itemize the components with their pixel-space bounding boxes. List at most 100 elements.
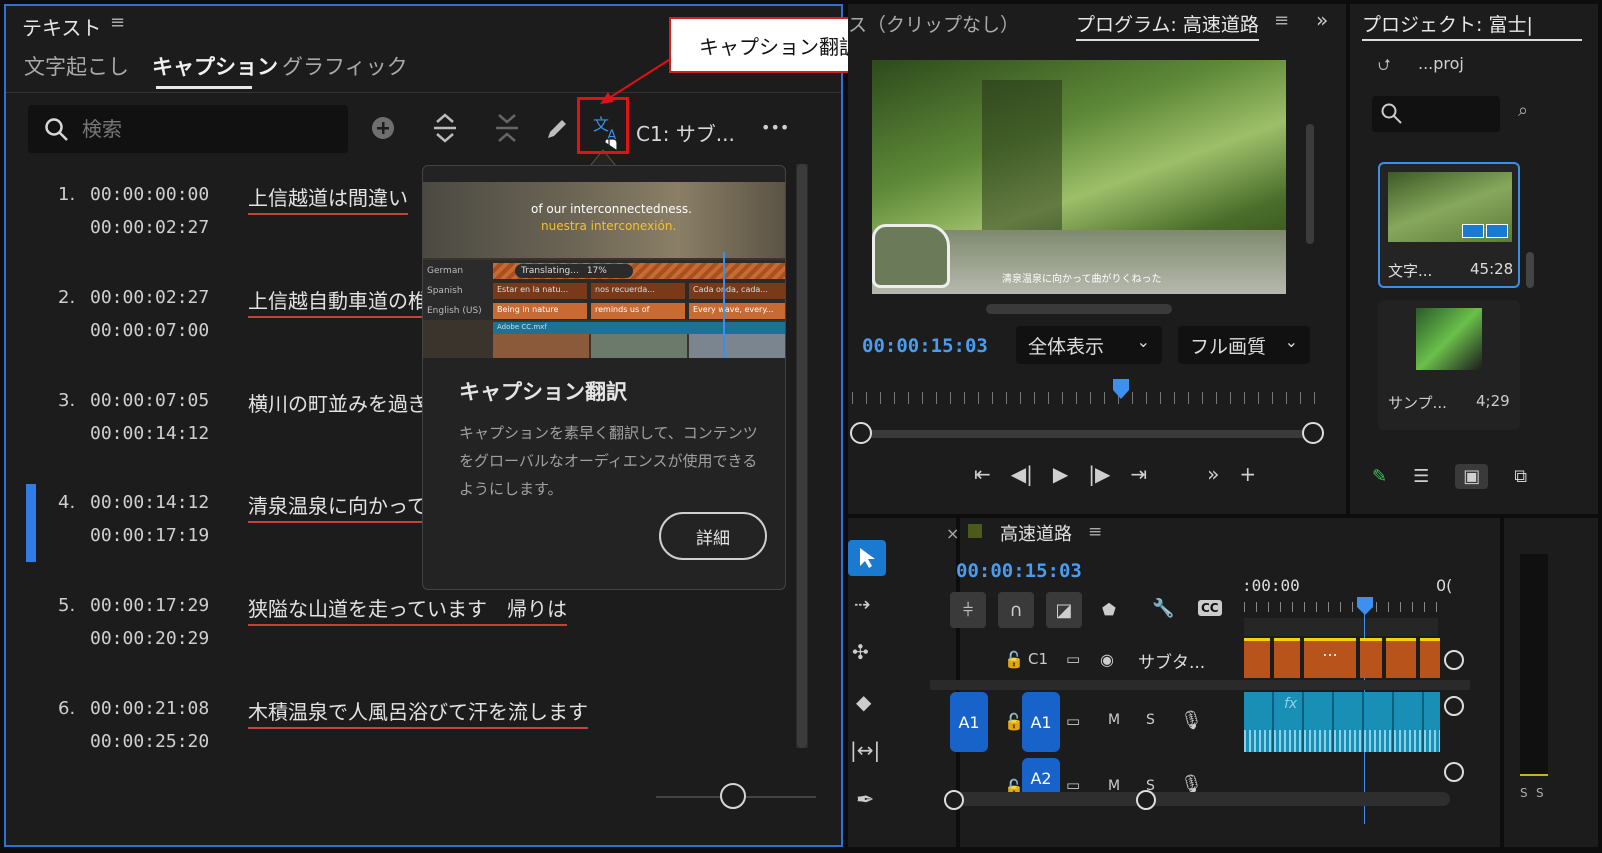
- caption-clip[interactable]: [1360, 638, 1382, 678]
- caption-in-time[interactable]: 00:00:21:08: [90, 698, 209, 719]
- step-back-icon[interactable]: ◀|: [1011, 462, 1033, 486]
- horizontal-scrollbar[interactable]: [986, 304, 1172, 314]
- project-item-selected[interactable]: 文字... 45:28: [1378, 162, 1520, 288]
- playhead-marker[interactable]: [1356, 596, 1374, 616]
- caption-clip[interactable]: ...: [1304, 638, 1356, 678]
- zoom-handle-right[interactable]: [1136, 790, 1156, 810]
- step-forward-icon[interactable]: |▶: [1088, 462, 1110, 486]
- solo-label[interactable]: S: [1520, 786, 1528, 800]
- icon-view-icon[interactable]: ▣: [1455, 463, 1489, 489]
- lock-icon[interactable]: 🔓: [1004, 650, 1024, 669]
- track-scroll-handle[interactable]: [1444, 696, 1464, 716]
- track-select-tool-icon[interactable]: ⇢: [854, 592, 871, 616]
- merge-button[interactable]: [490, 110, 524, 146]
- razor-tool-icon[interactable]: ◆: [856, 690, 871, 714]
- tab-transcript[interactable]: 文字起こし: [24, 51, 129, 81]
- expand-button[interactable]: [428, 110, 462, 146]
- caption-text[interactable]: 横川の町並みを過ぎ: [248, 388, 428, 419]
- go-to-in-icon[interactable]: ⇤: [974, 462, 991, 486]
- solo-button[interactable]: S: [1146, 712, 1155, 728]
- timeline-zoom-scrollbar[interactable]: [950, 792, 1450, 806]
- timeline-ruler[interactable]: [1244, 602, 1440, 612]
- zoom-handle-left[interactable]: [944, 790, 964, 810]
- tab-graphics[interactable]: グラフィック: [282, 51, 408, 81]
- caption-clip[interactable]: [1386, 638, 1416, 678]
- playback-quality-select[interactable]: フル画質 ⌄: [1178, 326, 1310, 364]
- track-scroll-handle[interactable]: [1444, 650, 1464, 670]
- caption-out-time[interactable]: 00:00:02:27: [90, 217, 209, 238]
- nest-toggle-button[interactable]: ⫩: [950, 592, 986, 628]
- project-tab[interactable]: プロジェクト: 富士|: [1362, 10, 1582, 41]
- caption-in-time[interactable]: 00:00:14:12: [90, 492, 209, 513]
- caption-text[interactable]: 清泉温泉に向かって: [248, 490, 427, 523]
- work-area-bar[interactable]: [1244, 618, 1438, 636]
- add-caption-button[interactable]: [367, 112, 399, 144]
- play-icon[interactable]: ▶: [1053, 462, 1068, 486]
- ripple-edit-tool-icon[interactable]: ✣: [852, 640, 869, 664]
- caption-in-time[interactable]: 00:00:02:27: [90, 287, 209, 308]
- selection-tool[interactable]: [848, 540, 886, 576]
- captions-button[interactable]: CC: [1198, 600, 1222, 616]
- audio-clip[interactable]: fx: [1244, 692, 1440, 752]
- eye-icon[interactable]: ◉: [1100, 650, 1114, 669]
- microphone-icon[interactable]: 🎙: [1180, 710, 1203, 731]
- panel-menu-icon[interactable]: ≡: [1088, 522, 1102, 542]
- lock-icon[interactable]: 🔓: [1004, 712, 1024, 731]
- caption-row[interactable]: 5. 00:00:17:29 00:00:20:29 狭隘な山道を走っています …: [26, 577, 816, 677]
- caption-row[interactable]: 6. 00:00:21:08 00:00:25:20 木積温泉で人風呂浴びて汗を…: [26, 680, 816, 780]
- caption-text[interactable]: 上信越道は間違い: [248, 182, 408, 215]
- more-options-button[interactable]: •••: [761, 118, 789, 137]
- caption-out-time[interactable]: 00:00:20:29: [90, 628, 209, 649]
- overflow-chevron-icon[interactable]: »: [1316, 8, 1328, 32]
- source-patch-a1[interactable]: A1: [950, 692, 988, 752]
- slip-tool-icon[interactable]: |↔|: [850, 738, 880, 762]
- zoom-scrollbar[interactable]: [858, 430, 1310, 438]
- marker-icon[interactable]: ⬟: [1102, 600, 1116, 619]
- caption-out-time[interactable]: 00:00:17:19: [90, 525, 209, 546]
- caption-out-time[interactable]: 00:00:14:12: [90, 423, 209, 444]
- playhead-marker[interactable]: [1112, 378, 1130, 400]
- scrollbar-thumb[interactable]: [1306, 124, 1314, 244]
- learn-more-button[interactable]: 詳細: [659, 512, 767, 560]
- timeline-timecode[interactable]: 00:00:15:03: [956, 560, 1082, 582]
- caption-clip[interactable]: [1420, 638, 1440, 678]
- snap-button[interactable]: ∩: [998, 592, 1034, 628]
- caption-clip[interactable]: [1274, 638, 1300, 678]
- freeform-view-icon[interactable]: ⧉: [1514, 466, 1527, 487]
- mute-button[interactable]: M: [1108, 712, 1120, 728]
- list-view-icon[interactable]: ☰: [1413, 466, 1429, 487]
- go-to-out-icon[interactable]: ⇥: [1130, 462, 1147, 486]
- zoom-slider-handle[interactable]: [720, 783, 746, 809]
- track-target-a1[interactable]: A1: [1022, 692, 1060, 752]
- panel-menu-icon[interactable]: ≡: [1274, 10, 1289, 31]
- caption-in-time[interactable]: 00:00:00:00: [90, 184, 209, 205]
- caption-in-time[interactable]: 00:00:07:05: [90, 390, 209, 411]
- zoom-scroll-handle-left[interactable]: [850, 422, 872, 444]
- time-ruler[interactable]: [852, 392, 1318, 404]
- caption-out-time[interactable]: 00:00:07:00: [90, 320, 209, 341]
- pencil-icon[interactable]: ✎: [1372, 466, 1387, 487]
- program-monitor-tab[interactable]: プログラム: 高速道路: [1076, 10, 1259, 41]
- folder-up-icon[interactable]: ⮍: [1378, 54, 1391, 81]
- search-input[interactable]: 検索: [82, 113, 122, 142]
- scrollbar-thumb[interactable]: [1526, 252, 1534, 288]
- pen-tool-icon[interactable]: ✒: [856, 788, 874, 813]
- find-icon[interactable]: ⌕: [1518, 100, 1528, 121]
- overflow-chevron-icon[interactable]: »: [1207, 462, 1219, 486]
- search-field[interactable]: 検索: [28, 105, 348, 153]
- sync-lock-icon[interactable]: ▭: [1066, 712, 1080, 730]
- source-monitor-tab[interactable]: ス（クリップなし）: [848, 10, 1028, 37]
- playhead-timecode[interactable]: 00:00:15:03: [862, 335, 988, 357]
- caption-clip[interactable]: [1244, 638, 1270, 678]
- project-item[interactable]: サンプ... 4;29: [1378, 300, 1520, 430]
- tab-captions[interactable]: キャプション: [152, 51, 278, 81]
- zoom-level-select[interactable]: 全体表示 ⌄: [1016, 326, 1162, 364]
- sequence-tab[interactable]: 高速道路: [1000, 520, 1072, 546]
- add-button-icon[interactable]: +: [1239, 462, 1256, 486]
- edit-button[interactable]: [540, 112, 574, 146]
- linked-selection-button[interactable]: ◪: [1046, 592, 1082, 628]
- close-icon[interactable]: ×: [946, 524, 959, 543]
- solo-label[interactable]: S: [1536, 786, 1544, 800]
- project-search-field[interactable]: [1372, 96, 1500, 132]
- track-scroll-handle[interactable]: [1444, 762, 1464, 782]
